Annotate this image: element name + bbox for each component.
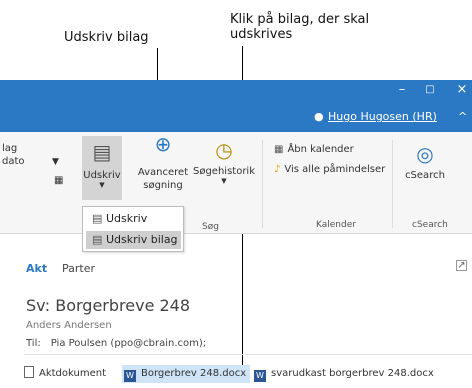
tab-akt[interactable]: Akt [26,262,47,275]
user-name[interactable]: Hugo Hugosen (HR) [328,110,437,123]
csearch-icon: ◎ [416,142,434,166]
search-plus-icon: ⊕ [154,132,172,156]
advanced-search-label: Avanceret søgning [137,167,189,191]
attachment-label: svarudkast borgerbrev 248.docx [271,368,434,379]
open-calendar-button[interactable]: ▦ Åbn kalender [274,144,354,155]
lag-label: lag [2,143,18,154]
ribbon: lag dato ▼ ▦ ▤ Udskriv ▼ ⊕ Avanceret søg… [0,132,472,234]
menu-item-print[interactable]: ▤ Udskriv [86,210,181,228]
to-label: Til: [26,338,41,349]
callout-udskriv-bilag: Udskriv bilag [64,30,149,45]
group-label-csearch: cSearch [412,220,448,230]
attachment-item[interactable]: W Borgerbrev 248.docx [122,365,251,383]
group-divider [262,140,263,228]
maximize-button[interactable]: □ [420,84,440,95]
minimize-button[interactable]: – [392,82,412,97]
printer-icon: ▤ [92,233,103,246]
user-icon: ● [314,110,324,123]
search-history-label: Søgehistorik [192,166,255,177]
attachment-bar: Aktdokument W Borgerbrev 248.docx Wsvarud… [0,362,472,386]
user-account[interactable]: ● Hugo Hugosen (HR) [314,110,437,123]
advanced-search-button[interactable]: ⊕ Avanceret søgning [134,132,192,192]
printer-icon: ▤ [92,212,103,225]
history-icon: ◷ [215,138,233,162]
attachment-label: Borgerbrev 248.docx [141,368,247,379]
chevron-down-icon: ▼ [99,181,105,189]
ribbon-lag-dato[interactable]: lag dato ▼ ▦ [2,142,63,186]
group-divider [392,140,393,228]
group-label-kalender: Kalender [316,220,356,230]
callout-klik-paa-bilag: Klik på bilag, der skal udskrives [230,12,370,42]
attachment-item[interactable]: Aktdokument [22,365,110,383]
menu-item-print-attachment[interactable]: ▤ Udskriv bilag [86,231,181,249]
bell-icon: ♪ [274,164,281,175]
divider [24,354,472,355]
chevron-down-icon: ▼ [221,177,227,185]
calendar-icon: ▦ [274,144,284,155]
show-reminders-label: Vis alle påmindelser [284,164,386,175]
open-calendar-label: Åbn kalender [287,144,354,155]
to-value[interactable]: Pia Poulsen (ppo@cbrain.com); [51,338,206,349]
reading-pane-tabs: Akt Parter ↗ [0,256,472,280]
collapse-ribbon-button[interactable]: ^ [458,110,467,123]
word-icon: W [254,370,266,382]
chevron-down-icon: ▼ [52,157,59,167]
title-bar: – □ × ● Hugo Hugosen (HR) ^ [0,80,472,132]
message-recipients: Til: Pia Poulsen (ppo@cbrain.com); [26,338,206,349]
dato-label: dato [2,156,25,167]
close-button[interactable]: × [452,82,472,97]
document-icon [24,366,34,378]
csearch-label: cSearch [405,170,445,181]
printer-icon: ▤ [92,140,112,164]
csearch-button[interactable]: ◎ cSearch [400,142,450,181]
attachment-label: Aktdokument [39,368,106,379]
message-sender: Anders Andersen [26,320,112,331]
menu-item-label: Udskriv [106,212,148,225]
print-dropdown-menu: ▤ Udskriv ▤ Udskriv bilag [82,206,184,252]
menu-item-label: Udskriv bilag [106,233,178,246]
expand-icon[interactable]: ↗ [456,260,467,271]
print-button[interactable]: ▤ Udskriv ▼ [82,136,122,200]
show-reminders-button[interactable]: ♪ Vis alle påmindelser [274,164,385,175]
message-subject: Sv: Borgerbreve 248 [26,296,191,315]
attachment-item[interactable]: Wsvarudkast borgerbrev 248.docx [252,365,438,383]
search-history-button[interactable]: ◷ Søgehistorik ▼ [192,138,256,185]
group-label-sog: Søg [202,222,219,232]
calendar-icon: ▦ [54,175,64,186]
print-label: Udskriv [83,170,121,181]
tab-parter[interactable]: Parter [62,262,95,275]
word-icon: W [124,370,136,382]
